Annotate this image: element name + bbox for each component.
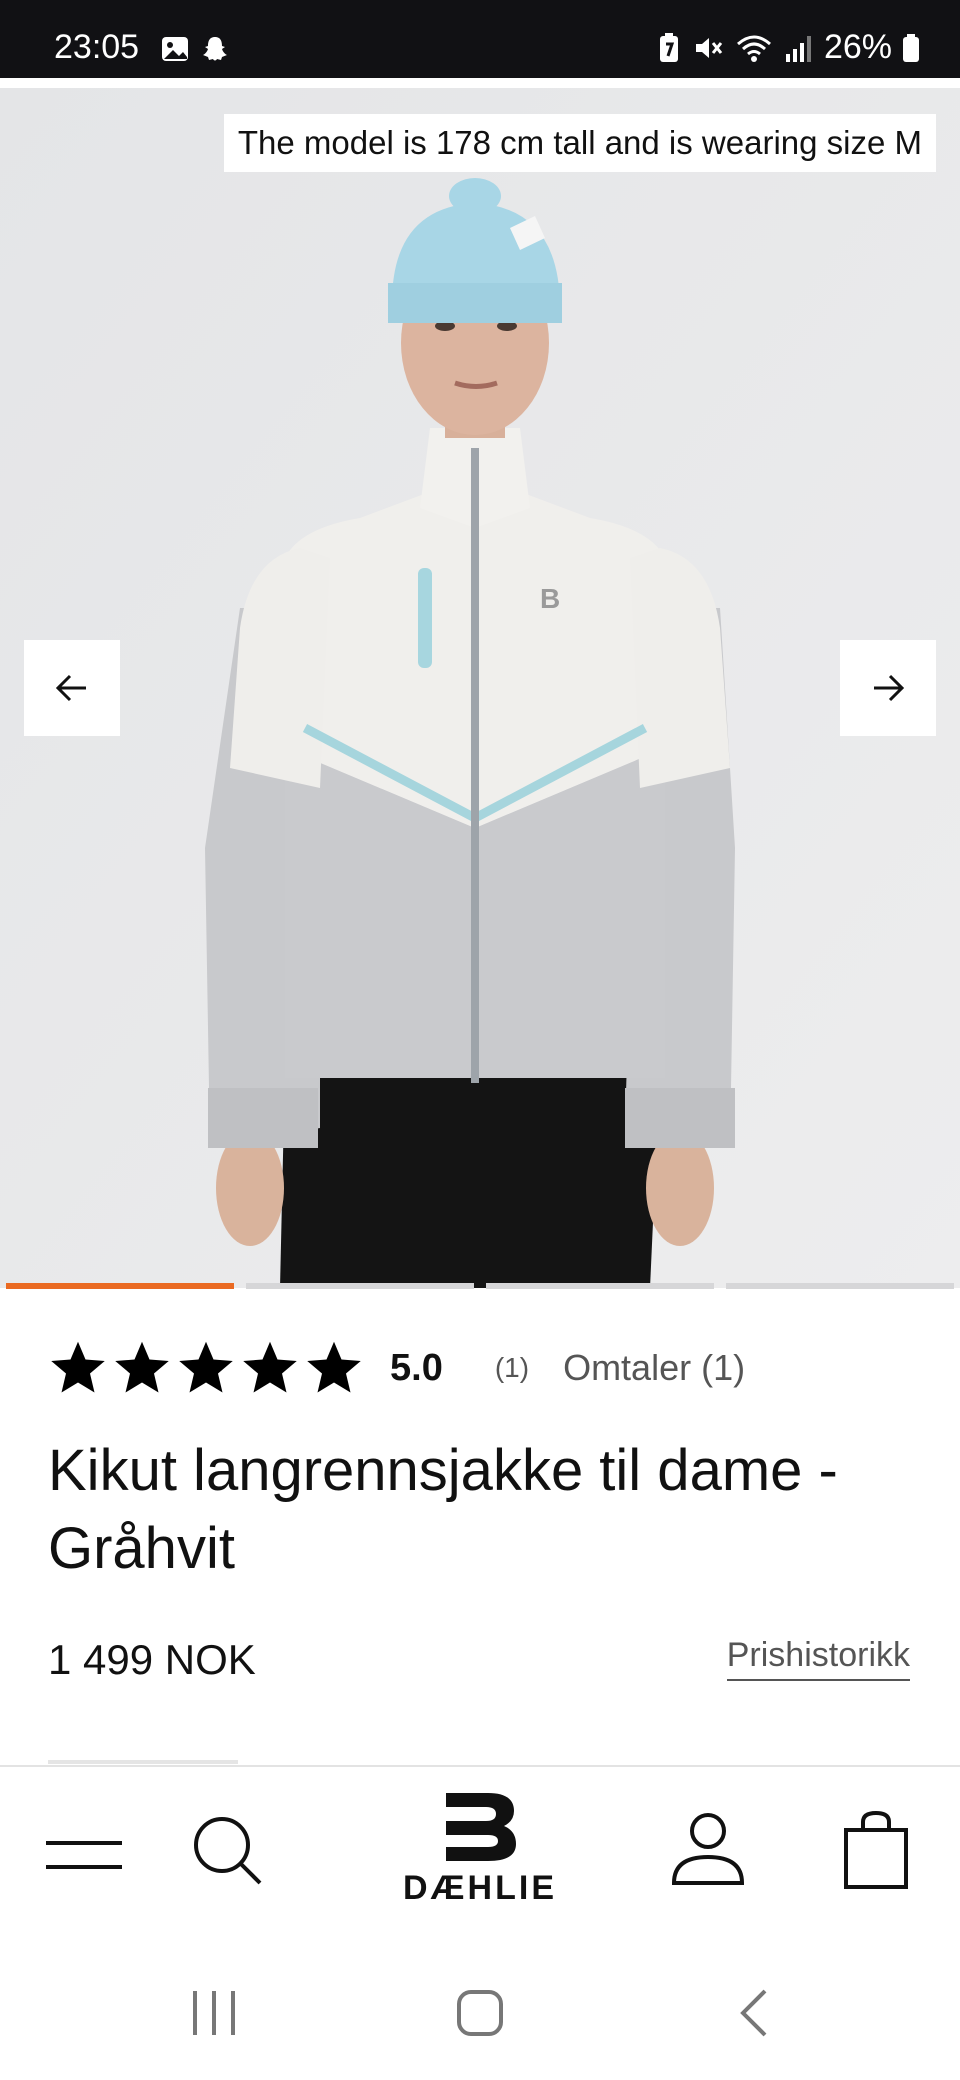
battery-level: 26% xyxy=(823,28,892,66)
status-time: 23:05 xyxy=(54,28,140,66)
gallery-icon xyxy=(162,37,188,61)
status-divider xyxy=(0,78,960,88)
search-button[interactable] xyxy=(188,1811,268,1891)
star-icon xyxy=(51,1341,105,1393)
rating-row[interactable]: 5.0 (1) Omtaler (1) xyxy=(48,1336,745,1400)
product-image: B xyxy=(0,88,960,1288)
product-price: 1 499 NOK xyxy=(48,1636,256,1683)
reviews-link[interactable]: Omtaler (1) xyxy=(563,1347,745,1389)
system-navigation-bar xyxy=(0,1945,960,2080)
search-icon xyxy=(194,1817,262,1885)
star-icon xyxy=(307,1341,361,1393)
hamburger-menu-icon xyxy=(46,1841,122,1869)
star-rating xyxy=(48,1338,364,1398)
cart-button[interactable] xyxy=(836,1805,916,1895)
product-title: Kikut langrennsjakke til dame - Gråhvit xyxy=(48,1438,838,1581)
battery-saver-icon xyxy=(659,32,678,62)
carousel-prev-button[interactable] xyxy=(24,640,120,736)
home-icon xyxy=(457,1990,503,2036)
wifi-icon xyxy=(736,35,771,62)
home-button[interactable] xyxy=(454,1987,506,2039)
account-button[interactable] xyxy=(668,1807,748,1891)
back-icon xyxy=(740,1989,767,2037)
rating-count: (1) xyxy=(494,1352,530,1383)
daehlie-logo-icon xyxy=(446,1793,516,1861)
rating-value: 5.0 xyxy=(390,1346,443,1389)
carousel-indicator[interactable] xyxy=(726,1283,954,1289)
brand-logo[interactable]: DÆHLIE xyxy=(400,1791,560,1921)
snapchat-icon xyxy=(203,37,227,61)
star-icon xyxy=(179,1341,233,1393)
carousel-progress xyxy=(6,1283,954,1289)
recent-apps-button[interactable] xyxy=(188,1987,240,2039)
price-history-link[interactable]: Prishistorikk xyxy=(726,1636,910,1681)
svg-text:B: B xyxy=(540,583,560,614)
menu-button[interactable] xyxy=(44,1821,124,1891)
star-icon xyxy=(243,1341,297,1393)
shopping-bag-icon xyxy=(844,1810,908,1889)
carousel-indicator[interactable] xyxy=(486,1283,714,1289)
recent-apps-icon xyxy=(193,1991,235,2035)
carousel-indicator[interactable] xyxy=(246,1283,474,1289)
signal-icon xyxy=(785,35,811,62)
section-divider xyxy=(48,1760,238,1764)
status-bar: 23:05 26% xyxy=(0,0,960,78)
user-icon xyxy=(671,1813,745,1885)
arrow-left-icon xyxy=(55,674,86,702)
carousel-indicator-active[interactable] xyxy=(6,1283,234,1289)
bottom-navigation: DÆHLIE xyxy=(0,1765,960,1945)
mute-icon xyxy=(695,37,723,58)
star-icon xyxy=(115,1341,169,1393)
carousel-next-button[interactable] xyxy=(840,640,936,736)
arrow-right-icon xyxy=(874,674,905,702)
back-button[interactable] xyxy=(728,1987,780,2039)
brand-logo-text: DÆHLIE xyxy=(403,1869,557,1907)
model-size-caption: The model is 178 cm tall and is wearing … xyxy=(223,114,936,172)
product-image-carousel[interactable]: B The model is 178 cm tall and is wearin… xyxy=(0,88,960,1288)
battery-icon xyxy=(903,33,919,62)
